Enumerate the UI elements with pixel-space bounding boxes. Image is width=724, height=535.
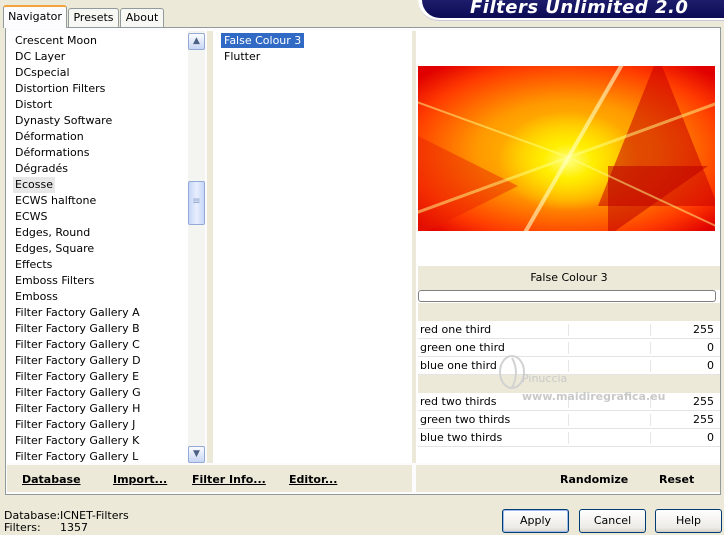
parameter-gap [418,303,720,321]
watermark-name: Pinuccia [522,372,568,385]
editor-button[interactable]: Editor... [289,473,337,486]
category-item[interactable]: Déformation [15,129,84,145]
category-item[interactable]: ECWS halftone [15,193,96,209]
param-value: 255 [693,323,714,336]
category-item[interactable]: ECWS [15,209,48,225]
preview-filter-name: False Colour 3 [530,271,608,284]
param-label: blue two thirds [420,431,503,444]
tab-about[interactable]: About [120,8,164,27]
category-item[interactable]: Filter Factory Gallery B [15,321,140,337]
category-item[interactable]: Filter Factory Gallery D [15,353,141,369]
category-item[interactable]: Distort [15,97,52,113]
category-item[interactable]: Filter Factory Gallery C [15,337,140,353]
param-label: red two thirds [420,395,497,408]
category-item[interactable]: Emboss [15,289,58,305]
category-item[interactable]: Edges, Round [15,225,90,241]
app-title-banner: Filters Unlimited 2.0 [422,0,724,18]
category-item[interactable]: Dégradés [15,161,68,177]
watermark: Pinuccia www.maidiregrafica.eu [492,350,692,410]
category-item[interactable]: Filter Factory Gallery J [15,417,135,433]
param-row[interactable]: blue two thirds 0 [418,429,720,447]
category-item[interactable]: Filter Factory Gallery E [15,369,139,385]
param-label: red one third [420,323,492,336]
app-title: Filters Unlimited 2.0 [470,0,689,18]
progress-bar [418,290,716,302]
watermark-url: www.maidiregrafica.eu [522,390,666,403]
param-value: 255 [693,395,714,408]
param-value: 255 [693,413,714,426]
category-item[interactable]: Filter Factory Gallery A [15,305,140,321]
left-action-bar: Database Import... Filter Info... Editor… [7,465,412,492]
tab-presets[interactable]: Presets [68,8,119,27]
category-item[interactable]: Edges, Square [15,241,94,257]
param-value: 0 [707,359,714,372]
import-button[interactable]: Import... [113,473,167,486]
filter-item-flutter[interactable]: Flutter [221,49,263,64]
tab-navigator[interactable]: Navigator [3,5,67,28]
status-filters: Filters: 1357 [4,521,88,534]
filter-info-button[interactable]: Filter Info... [192,473,266,486]
param-value: 0 [707,341,714,354]
scroll-thumb[interactable]: ≡ [188,181,205,225]
category-item[interactable]: Ecosse [13,177,55,193]
param-label: blue one third [420,359,497,372]
category-item[interactable]: Filter Factory Gallery H [15,401,140,417]
category-item[interactable]: DC Layer [15,49,65,65]
param-row[interactable]: green two thirds 255 [418,411,720,429]
filters-count: 1357 [60,521,88,534]
category-item[interactable]: Dynasty Software [15,113,112,129]
category-scrollbar[interactable]: ▲ ≡ ▼ [188,31,205,463]
category-item[interactable]: Filter Factory Gallery K [15,433,139,449]
filter-name-header: False Colour 3 [418,266,720,290]
param-label: green two thirds [420,413,511,426]
category-item[interactable]: Effects [15,257,52,273]
filter-list[interactable]: False Colour 3 Flutter [213,31,412,463]
category-item[interactable]: Crescent Moon [15,33,97,49]
filters-label: Filters: [4,521,41,534]
category-item[interactable]: Filter Factory Gallery L [15,449,138,463]
apply-button[interactable]: Apply [502,509,569,533]
scroll-down-button[interactable]: ▼ [188,446,205,463]
filter-item-false-colour-3[interactable]: False Colour 3 [221,33,305,48]
param-row[interactable]: red one third 255 [418,321,720,339]
reset-button[interactable]: Reset [659,473,694,486]
preview-image [418,66,715,231]
cancel-button[interactable]: Cancel [579,509,646,533]
category-item[interactable]: Filter Factory Gallery G [15,385,141,401]
database-button[interactable]: Database [22,473,81,486]
right-action-bar: Randomize Reset [416,465,720,492]
category-list[interactable]: Crescent Moon DC Layer DCspecial Distortion… [7,31,205,463]
category-item[interactable]: Distortion Filters [15,81,105,97]
param-value: 0 [707,431,714,444]
randomize-button[interactable]: Randomize [560,473,628,486]
scroll-up-button[interactable]: ▲ [188,33,205,50]
category-item[interactable]: Déformations [15,145,89,161]
help-button[interactable]: Help [655,509,722,533]
category-item[interactable]: DCspecial [15,65,70,81]
category-item[interactable]: Emboss Filters [15,273,94,289]
